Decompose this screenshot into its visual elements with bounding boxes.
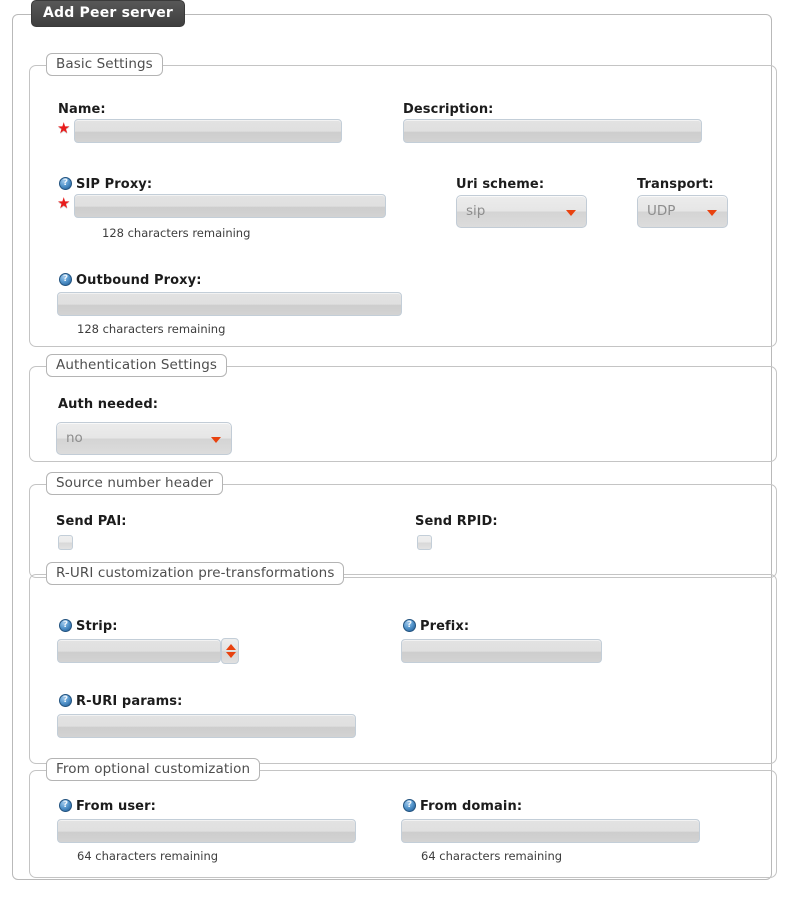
help-circle-icon[interactable] <box>59 694 72 707</box>
outbound-proxy-label: Outbound Proxy: <box>59 273 202 288</box>
transport-select[interactable]: UDP <box>637 195 728 228</box>
help-circle-icon[interactable] <box>403 619 416 632</box>
sip-proxy-label: SIP Proxy: <box>59 177 152 192</box>
from-domain-label: From domain: <box>403 799 522 814</box>
prefix-input[interactable] <box>401 639 602 663</box>
help-circle-icon[interactable] <box>403 799 416 812</box>
name-input[interactable] <box>74 119 342 143</box>
spinner-up-icon[interactable] <box>226 644 236 650</box>
name-label: Name: <box>58 102 106 117</box>
add-peer-server-panel: Add Peer server Basic Settings Name: ★ D… <box>12 0 777 880</box>
auth-needed-label: Auth needed: <box>58 397 159 412</box>
authentication-settings-legend: Authentication Settings <box>46 354 228 377</box>
send-pai-checkbox[interactable] <box>58 535 73 550</box>
description-label: Description: <box>403 102 494 117</box>
sip-proxy-required-star: ★ <box>57 194 71 212</box>
from-optional-customization-legend: From optional customization <box>46 758 261 781</box>
basic-settings-legend: Basic Settings <box>46 53 163 76</box>
description-input[interactable] <box>403 119 702 143</box>
source-number-header-legend: Source number header <box>46 472 224 495</box>
authentication-settings-fieldset: Authentication Settings Auth needed: no <box>29 354 777 462</box>
ruri-params-label: R-URI params: <box>59 694 182 709</box>
help-circle-icon[interactable] <box>59 273 72 286</box>
chevron-down-icon <box>707 210 717 216</box>
help-circle-icon[interactable] <box>59 177 72 190</box>
from-optional-customization-fieldset: From optional customization From user: 6… <box>29 758 777 878</box>
outbound-proxy-hint: 128 characters remaining <box>77 322 226 336</box>
spinner-down-icon[interactable] <box>226 652 236 658</box>
send-rpid-label: Send RPID: <box>415 514 498 529</box>
send-pai-label: Send PAI: <box>56 514 127 529</box>
uri-scheme-select[interactable]: sip <box>456 195 587 228</box>
from-domain-input[interactable] <box>401 819 700 843</box>
send-rpid-checkbox[interactable] <box>417 535 432 550</box>
help-circle-icon[interactable] <box>59 799 72 812</box>
from-user-input[interactable] <box>57 819 356 843</box>
basic-settings-fieldset: Basic Settings Name: ★ Description: SIP … <box>29 53 777 347</box>
strip-spinner[interactable] <box>221 638 239 664</box>
uri-scheme-label: Uri scheme: <box>456 177 545 192</box>
from-domain-hint: 64 characters remaining <box>421 849 563 863</box>
ruri-customization-legend: R-URI customization pre-transformations <box>46 562 345 585</box>
chevron-down-icon <box>211 437 221 443</box>
chevron-down-icon <box>566 210 576 216</box>
name-required-star: ★ <box>57 119 71 137</box>
transport-label: Transport: <box>637 177 714 192</box>
outbound-proxy-input[interactable] <box>57 292 402 316</box>
from-user-hint: 64 characters remaining <box>77 849 219 863</box>
uri-scheme-value: sip <box>466 203 486 219</box>
sip-proxy-input[interactable] <box>74 194 386 218</box>
sip-proxy-hint: 128 characters remaining <box>102 226 251 240</box>
auth-needed-select[interactable]: no <box>56 422 232 455</box>
auth-needed-value: no <box>66 430 83 446</box>
prefix-label: Prefix: <box>403 619 469 634</box>
strip-input[interactable] <box>57 639 221 663</box>
transport-value: UDP <box>647 203 676 219</box>
ruri-customization-fieldset: R-URI customization pre-transformations … <box>29 562 777 764</box>
page-title: Add Peer server <box>31 0 186 27</box>
from-user-label: From user: <box>59 799 156 814</box>
help-circle-icon[interactable] <box>59 619 72 632</box>
strip-label: Strip: <box>59 619 118 634</box>
ruri-params-input[interactable] <box>57 714 356 738</box>
